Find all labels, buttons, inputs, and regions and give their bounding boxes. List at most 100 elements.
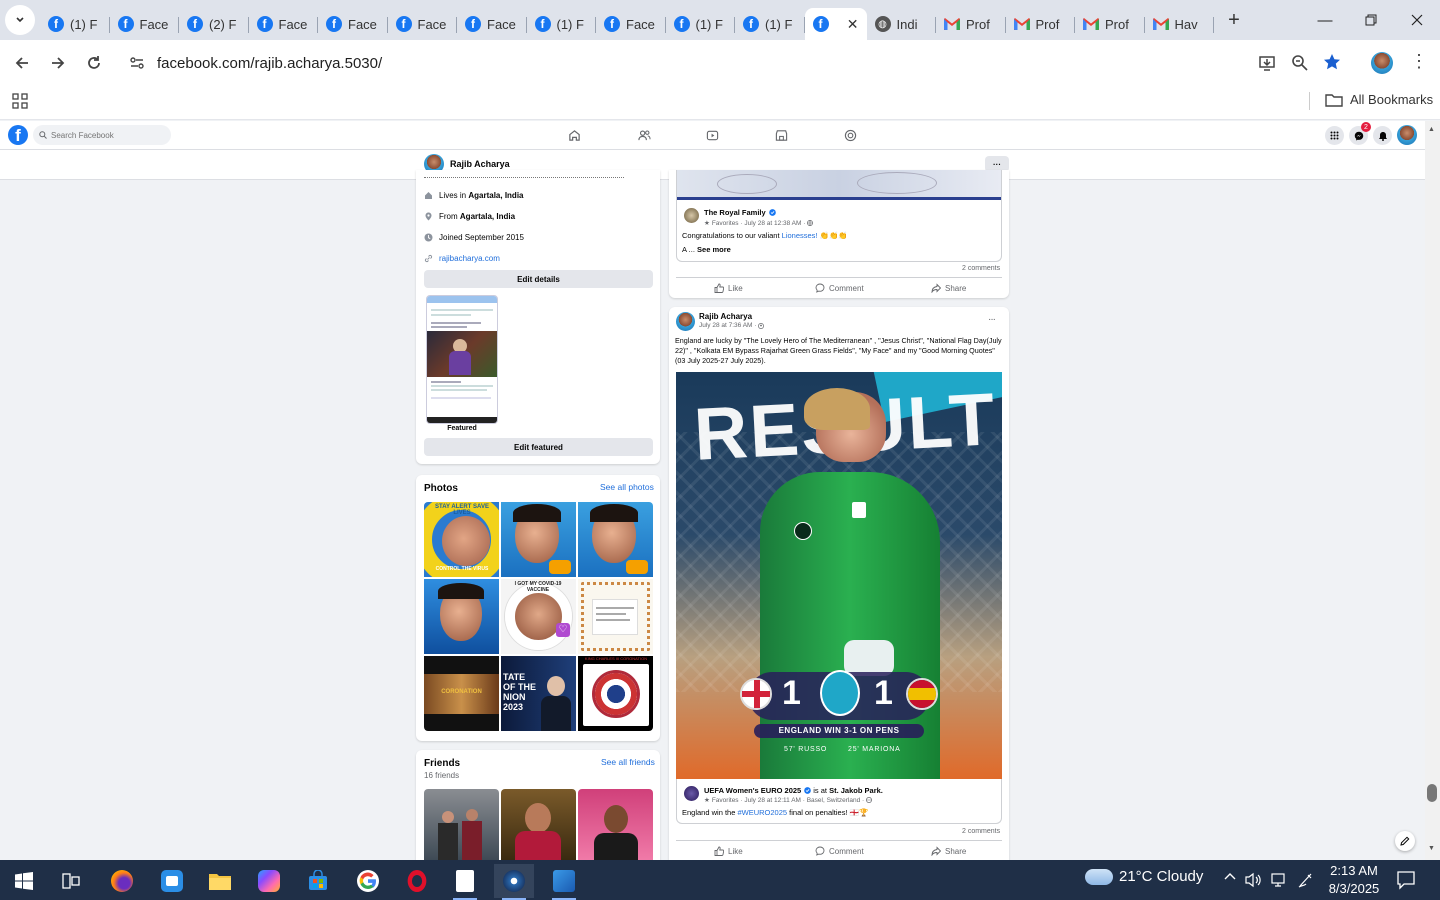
photo-tile[interactable] xyxy=(578,579,653,654)
photo-tile[interactable] xyxy=(578,502,653,577)
comments-count[interactable]: 2 comments xyxy=(962,265,1000,272)
browser-tab[interactable]: ◍ Indi xyxy=(867,8,937,40)
browser-tab[interactable]: f ✕ xyxy=(804,8,867,40)
royal-family-avatar[interactable] xyxy=(684,208,699,223)
volume-button[interactable] xyxy=(1245,872,1263,893)
friend-photo[interactable] xyxy=(578,789,653,860)
show-hidden-icons-button[interactable] xyxy=(1223,870,1237,887)
friend-photo[interactable] xyxy=(501,789,576,860)
apps-grid-icon[interactable] xyxy=(12,93,28,109)
friend-photo[interactable] xyxy=(424,789,499,860)
tab-search-button[interactable] xyxy=(5,5,35,35)
hashtag-link[interactable]: #WEURO2025 xyxy=(737,808,787,817)
browser-tab[interactable]: Prof xyxy=(1006,8,1076,40)
search-box[interactable] xyxy=(33,125,171,145)
new-tab-button[interactable]: + xyxy=(1220,6,1248,34)
close-window-button[interactable] xyxy=(1394,0,1440,40)
photo-tile[interactable] xyxy=(501,502,576,577)
share-button[interactable]: Share xyxy=(931,283,966,293)
uefa-author-name[interactable]: UEFA Women's EURO 2025 xyxy=(704,786,801,795)
all-bookmarks-button[interactable]: All Bookmarks xyxy=(1325,92,1433,107)
photo-tile[interactable]: KING CHARLES III CORONATION xyxy=(578,656,653,731)
uefa-place[interactable]: St. Jakob Park. xyxy=(829,786,883,795)
opera-app[interactable] xyxy=(397,864,437,898)
photo-tile[interactable]: I GOT MY COVID-19 VACCINE ♡ xyxy=(501,579,576,654)
photo-tile[interactable]: STAY ALERT SAVE LIVES CONTROL THE VIRUS xyxy=(424,502,499,577)
scroll-down-icon[interactable]: ▼ xyxy=(1428,845,1435,852)
browser-tab[interactable]: f (1) F xyxy=(666,8,736,40)
browser-tab[interactable]: Prof xyxy=(936,8,1006,40)
see-all-friends-link[interactable]: See all friends xyxy=(601,757,655,767)
post-options-button[interactable]: ··· xyxy=(988,314,996,325)
share-button[interactable]: Share xyxy=(931,846,966,856)
back-button[interactable] xyxy=(4,45,40,81)
photo-tile[interactable]: CORONATION xyxy=(424,656,499,731)
website-link[interactable]: rajibacharya.com xyxy=(439,254,500,263)
photo-tile[interactable]: TATE OF THE NION 2023 xyxy=(501,656,576,731)
clock[interactable]: 2:13 AM 8/3/2025 xyxy=(1325,862,1383,898)
browser-tab[interactable]: f Face xyxy=(388,8,458,40)
shared-post-image[interactable] xyxy=(677,170,1001,200)
nav-watch[interactable] xyxy=(704,127,720,143)
shared-author-name[interactable]: The Royal Family xyxy=(704,208,766,217)
browser-tab[interactable]: f (1) F xyxy=(40,8,110,40)
see-more-link[interactable]: See more xyxy=(697,245,731,254)
browser-tab[interactable]: f (1) F xyxy=(735,8,805,40)
account-avatar[interactable] xyxy=(1397,125,1417,145)
install-app-icon[interactable] xyxy=(1258,54,1276,72)
featured-thumbnail[interactable] xyxy=(426,295,498,424)
intro-lives-in-place[interactable]: Agartala, India xyxy=(468,191,523,200)
active-app[interactable] xyxy=(494,864,534,900)
start-button[interactable] xyxy=(4,864,44,898)
bookmark-star-icon[interactable] xyxy=(1323,53,1341,71)
like-button[interactable]: Like xyxy=(714,283,743,293)
page-scrollbar[interactable]: ▲ ▼ xyxy=(1425,121,1440,860)
profile-name[interactable]: Rajib Acharya xyxy=(450,159,510,169)
post-author-name[interactable]: Rajib Acharya xyxy=(699,312,752,321)
nav-friends[interactable] xyxy=(636,127,652,143)
scroll-up-icon[interactable]: ▲ xyxy=(1428,126,1435,133)
restore-button[interactable] xyxy=(1348,0,1394,40)
see-all-photos-link[interactable]: See all photos xyxy=(600,482,654,492)
browser-tab[interactable]: Hav xyxy=(1145,8,1215,40)
post-meta[interactable]: July 28 at 7:36 AM · xyxy=(699,322,756,329)
post-image[interactable]: RESULT 1 1 ENGLAND WIN 3-1 ON PENS 57' R… xyxy=(676,372,1002,779)
file-explorer-app[interactable] xyxy=(200,864,240,898)
photo-tile[interactable] xyxy=(424,579,499,654)
weather-widget[interactable]: 21°C Cloudy xyxy=(1085,868,1203,885)
comment-button[interactable]: Comment xyxy=(815,283,864,293)
chrome-app[interactable] xyxy=(348,864,388,898)
notification-center-button[interactable] xyxy=(1396,870,1416,895)
lionesses-link[interactable]: Lionesses! xyxy=(782,231,818,240)
site-settings-icon[interactable] xyxy=(129,55,145,71)
menu-button[interactable] xyxy=(1325,126,1344,145)
browser-tab[interactable]: f Face xyxy=(318,8,388,40)
browser-tab[interactable]: f Face xyxy=(249,8,319,40)
browser-tab[interactable]: f Face xyxy=(110,8,180,40)
photos-app[interactable] xyxy=(544,864,584,900)
search-input[interactable] xyxy=(51,130,161,140)
forward-button[interactable] xyxy=(40,45,76,81)
firefox-app[interactable] xyxy=(102,864,142,898)
nav-gaming[interactable] xyxy=(842,127,858,143)
browser-tab[interactable]: Prof xyxy=(1075,8,1145,40)
pen-button[interactable] xyxy=(1297,872,1315,893)
friends-title[interactable]: Friends xyxy=(424,758,460,769)
like-button[interactable]: Like xyxy=(714,846,743,856)
copilot-app[interactable] xyxy=(249,864,289,898)
browser-tab[interactable]: f (2) F xyxy=(179,8,249,40)
browser-tab[interactable]: f Face xyxy=(457,8,527,40)
browser-profile-avatar[interactable] xyxy=(1371,52,1393,74)
intro-from-place[interactable]: Agartala, India xyxy=(460,212,515,221)
photos-title[interactable]: Photos xyxy=(424,483,458,494)
notepad-app[interactable] xyxy=(445,864,485,900)
scrollbar-thumb[interactable] xyxy=(1427,784,1437,802)
edit-details-button[interactable]: Edit details xyxy=(424,270,653,288)
chat-app[interactable] xyxy=(152,864,192,898)
comments-count[interactable]: 2 comments xyxy=(962,828,1000,835)
nav-home[interactable] xyxy=(566,127,582,143)
reload-button[interactable] xyxy=(76,45,112,81)
url-text[interactable]: facebook.com/rajib.acharya.5030/ xyxy=(157,55,382,72)
close-tab-icon[interactable]: ✕ xyxy=(847,16,859,33)
task-view-button[interactable] xyxy=(51,864,91,898)
